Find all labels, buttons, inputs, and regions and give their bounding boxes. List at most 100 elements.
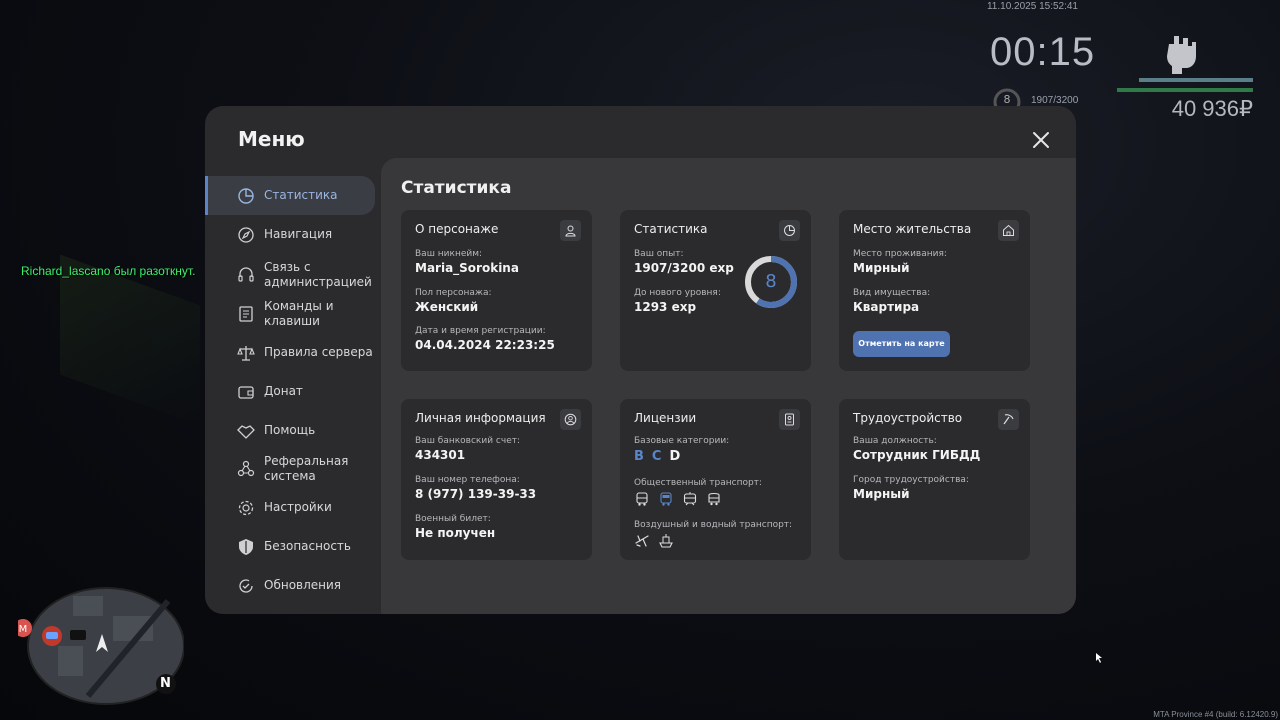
property-type-label: Вид имущества: (853, 288, 931, 298)
compass-icon (238, 227, 254, 243)
property-type-value: Квартира (853, 300, 920, 314)
trolleybus-icon (660, 492, 672, 506)
sidebar-item-navigation[interactable]: Навигация (205, 221, 375, 249)
tram-icon (683, 492, 697, 506)
base-categories: B C D (634, 449, 680, 464)
mark-on-map-button[interactable]: Отметить на карте (853, 331, 950, 357)
document-icon (239, 306, 253, 322)
next-level-label: До нового уровня: (634, 288, 721, 298)
sidebar-item-label: Правила сервера (264, 345, 373, 359)
card-character: О персонаже Ваш никнейм: Maria_Sorokina … (401, 210, 592, 371)
minibus-icon (708, 492, 720, 506)
bus-icon (636, 492, 648, 506)
card-residence: Место жительства Место проживания: Мирны… (839, 210, 1030, 371)
sidebar-item-label: Статистика (264, 188, 338, 202)
job-city-value: Мирный (853, 487, 910, 501)
air-water-transport-icons (634, 533, 674, 549)
background-scene (60, 254, 200, 426)
hud-health-bar (1117, 88, 1253, 92)
pie-chart-icon (784, 225, 795, 236)
card-personal: Личная информация Ваш банковский счет: 4… (401, 399, 592, 560)
pie-chart-icon (238, 188, 254, 204)
nickname-value: Maria_Sorokina (415, 261, 519, 275)
menu-title: Меню (238, 127, 305, 151)
svg-text:M: M (19, 624, 28, 635)
sidebar-item-security[interactable]: Безопасность (205, 533, 375, 561)
sidebar-item-label: Безопасность (264, 539, 351, 553)
menu-window: Меню Статистика Навигация Связь с админи… (205, 106, 1076, 614)
bank-account-value: 434301 (415, 448, 466, 462)
sidebar-item-label: Донат (264, 384, 303, 398)
public-transport-label: Общественный транспорт: (634, 478, 762, 488)
minimap-compass: N (160, 676, 171, 691)
license-card-icon (785, 413, 794, 426)
card-licenses: Лицензии Базовые категории: B C D Общест… (620, 399, 811, 560)
position-value: Сотрудник ГИБДД (853, 448, 981, 462)
position-label: Ваша должность: (853, 436, 937, 446)
boat-icon (659, 534, 673, 548)
card-title: Место жительства (853, 222, 972, 236)
card-title: О персонаже (415, 222, 499, 236)
shield-icon (239, 539, 253, 555)
wallet-icon (238, 386, 254, 399)
job-city-label: Город трудоустройства: (853, 475, 969, 485)
gender-value: Женский (415, 300, 479, 314)
card-icon (560, 409, 581, 430)
close-icon[interactable] (1031, 130, 1051, 150)
sidebar-item-settings[interactable]: Настройки (205, 494, 375, 522)
air-water-transport-label: Воздушный и водный транспорт: (634, 520, 793, 530)
residence-place-value: Мирный (853, 261, 910, 275)
card-icon (998, 409, 1019, 430)
hud-level: 8 (1003, 93, 1011, 106)
refresh-icon (239, 579, 253, 593)
card-icon (779, 220, 800, 241)
sidebar-item-admin-contact[interactable]: Связь с администрацией (205, 258, 375, 292)
sidebar-item-statistics[interactable]: Статистика (205, 176, 375, 215)
user-icon (565, 225, 576, 237)
hud-armor-bar (1139, 78, 1253, 82)
mouse-cursor-icon (1096, 653, 1102, 663)
sidebar-item-referral[interactable]: Реферальная система (205, 452, 375, 486)
sidebar-item-help[interactable]: Помощь (205, 417, 375, 445)
hud-datetime: 11.10.2025 15:52:41 (986, 1, 1078, 12)
exp-label: Ваш опыт: (634, 249, 684, 259)
card-stats: Статистика Ваш опыт: 1907/3200 exp До но… (620, 210, 811, 371)
handshake-icon (237, 425, 255, 439)
sidebar-item-commands[interactable]: Команды и клавиши (205, 297, 375, 331)
registration-value: 04.04.2024 22:23:25 (415, 338, 555, 352)
content-title: Статистика (401, 178, 512, 198)
card-title: Статистика (634, 222, 708, 236)
card-title: Лицензии (634, 411, 697, 425)
card-title: Трудоустройство (853, 411, 963, 425)
hud-money: 40 936₽ (1171, 96, 1253, 121)
exp-value: 1907/3200 exp (634, 261, 734, 275)
license-category: B (634, 449, 644, 464)
gear-icon (238, 500, 254, 516)
sidebar-item-label: Настройки (264, 500, 332, 514)
bank-account-label: Ваш банковский счет: (415, 436, 521, 446)
sidebar-item-donate[interactable]: Донат (205, 378, 375, 406)
chat-message: Richard_lascano был разоткнут. (21, 264, 196, 278)
base-categories-label: Базовые категории: (634, 436, 730, 446)
card-title: Личная информация (415, 411, 546, 425)
residence-place-label: Место проживания: (853, 249, 947, 259)
hud-timer: 00:15 (990, 30, 1096, 74)
next-level-value: 1293 exp (634, 300, 697, 314)
card-employment: Трудоустройство Ваша должность: Сотрудни… (839, 399, 1030, 560)
military-id-label: Военный билет: (415, 514, 491, 524)
scales-icon (237, 346, 255, 361)
sidebar-item-label: Помощь (264, 423, 316, 437)
card-icon (779, 409, 800, 430)
card-icon (560, 220, 581, 241)
military-id-value: Не получен (415, 526, 496, 540)
hud-exp: 1907/3200 (1031, 95, 1079, 106)
sidebar-item-label: Команды и клавиши (264, 299, 334, 328)
airplane-icon (635, 535, 649, 547)
sidebar-item-label: Навигация (264, 227, 333, 241)
phone-value: 8 (977) 139-39-33 (415, 487, 537, 501)
phone-label: Ваш номер телефона: (415, 475, 520, 485)
sidebar-item-updates[interactable]: Обновления (205, 572, 375, 600)
sidebar-item-rules[interactable]: Правила сервера (205, 339, 375, 367)
fist-icon (1167, 36, 1196, 74)
license-category: C (651, 449, 662, 464)
